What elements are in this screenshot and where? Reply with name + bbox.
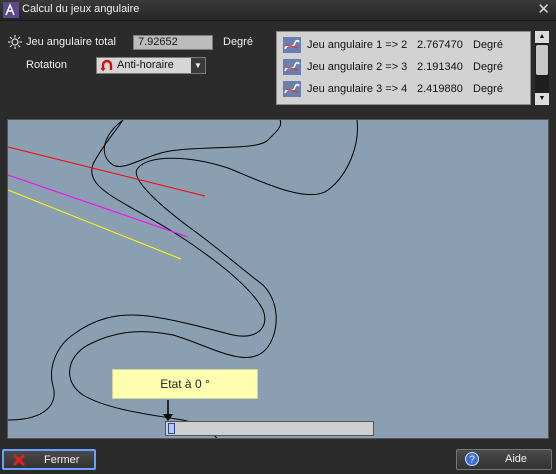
result-unit: Degré	[473, 83, 503, 95]
list-item[interactable]: Jeu angulaire 2 => 3 2.191340 Degré	[281, 57, 527, 77]
window-title: Calcul du jeux angulaire	[22, 3, 140, 15]
help-button[interactable]: ? Aide	[456, 449, 552, 470]
result-label: Jeu angulaire 2 => 3	[307, 61, 408, 73]
red-x-icon	[12, 453, 26, 467]
results-list: Jeu angulaire 1 => 2 2.767470 Degré Jeu …	[276, 31, 531, 105]
rotation-value: Anti-horaire	[117, 59, 174, 71]
result-value: 2.767470	[417, 39, 463, 51]
angle-slider[interactable]	[165, 421, 374, 436]
total-angle-row: Jeu angulaire total 7.92652 Degré	[8, 35, 268, 51]
list-item[interactable]: Jeu angulaire 1 => 2 2.767470 Degré	[281, 35, 527, 55]
result-label: Jeu angulaire 1 => 2	[307, 39, 408, 51]
total-angle-unit: Degré	[223, 36, 253, 48]
total-angle-field[interactable]: 7.92652	[133, 35, 213, 50]
sun-icon	[8, 35, 22, 49]
angle-link-icon	[283, 59, 301, 75]
question-mark-icon: ?	[465, 452, 479, 466]
state-tooltip: Etat à 0 °	[112, 369, 258, 399]
rotation-label: Rotation	[26, 59, 67, 71]
chevron-down-icon[interactable]: ▼	[191, 58, 205, 73]
close-button-label: Fermer	[44, 454, 80, 466]
rotation-row: Rotation Anti-horaire ▼	[8, 57, 268, 74]
rotation-select[interactable]: Anti-horaire ▼	[96, 57, 206, 74]
gear-drawing-canvas[interactable]: Etat à 0 °	[7, 119, 549, 439]
svg-text:?: ?	[469, 455, 475, 466]
result-value: 2.419880	[417, 83, 463, 95]
counterclockwise-arrow-icon	[100, 59, 113, 72]
result-unit: Degré	[473, 39, 503, 51]
angle-link-icon	[283, 37, 301, 53]
total-angle-label: Jeu angulaire total	[26, 36, 116, 48]
yellow-reference-line	[8, 189, 182, 260]
close-button[interactable]: Fermer	[2, 449, 96, 470]
scroll-up-icon[interactable]: ▲	[535, 31, 549, 43]
scroll-down-icon[interactable]: ▼	[535, 93, 549, 105]
scrollbar-thumb[interactable]	[536, 45, 548, 75]
list-item[interactable]: Jeu angulaire 3 => 4 2.419880 Degré	[281, 79, 527, 99]
close-window-icon[interactable]: ✕	[537, 0, 550, 18]
red-reference-line	[8, 146, 206, 197]
slider-thumb[interactable]	[168, 423, 175, 434]
result-value: 2.191340	[417, 61, 463, 73]
help-button-label: Aide	[505, 453, 528, 465]
app-icon	[3, 2, 19, 18]
results-scrollbar[interactable]: ▲ ▼	[535, 31, 549, 105]
gear-profile-drawing	[8, 120, 358, 438]
result-unit: Degré	[473, 61, 503, 73]
angle-link-icon	[283, 81, 301, 97]
result-label: Jeu angulaire 3 => 4	[307, 83, 408, 95]
title-bar: Calcul du jeux angulaire ✕	[0, 0, 556, 21]
